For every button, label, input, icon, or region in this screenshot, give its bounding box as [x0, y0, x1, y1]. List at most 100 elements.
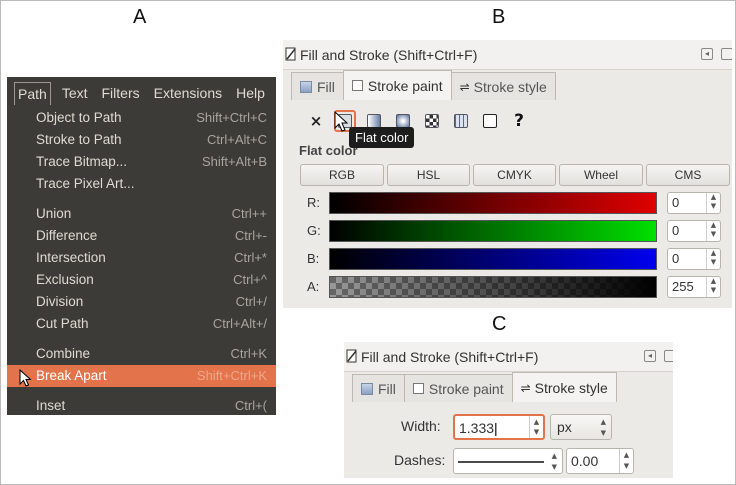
menu-item-union[interactable]: Union Ctrl++: [7, 203, 276, 225]
dialog-tabs: Fill Stroke paint ⇌ Stroke style: [352, 372, 617, 402]
path-menu-panel: Path Text Filters Extensions Help Object…: [7, 77, 276, 415]
channel-value-input[interactable]: 255 ▲ ▼: [667, 276, 721, 298]
menu-item-shortcut: Shift+Ctrl+K: [196, 368, 267, 383]
chevron-updown-icon: ▲ ▼: [600, 418, 606, 437]
tab-fill-label: Fill: [378, 380, 396, 397]
channel-label: G:: [307, 223, 321, 238]
menu-item-trace-bitmap[interactable]: Trace Bitmap... Shift+Alt+B: [7, 151, 276, 173]
menu-item-object-to-path[interactable]: Object to Path Shift+Ctrl+C: [7, 107, 276, 129]
menu-item-shortcut: Shift+Alt+B: [201, 154, 267, 169]
channel-value: 0: [672, 251, 680, 266]
menu-help[interactable]: Help: [233, 82, 268, 104]
channel-row: G: 0 ▲ ▼: [283, 218, 732, 244]
menu-item-shortcut: Ctrl+-: [234, 228, 267, 243]
channel-value-input[interactable]: 0 ▲ ▼: [667, 220, 721, 242]
spin-arrows-icon[interactable]: ▲ ▼: [706, 277, 720, 297]
tab-stroke-style[interactable]: ⇌ Stroke style: [511, 372, 617, 402]
spin-arrows-icon[interactable]: ▲ ▼: [619, 449, 633, 473]
menu-item-shortcut: Ctrl+/: [235, 294, 267, 309]
menu-item-label: Difference: [36, 228, 98, 243]
tab-stroke-paint[interactable]: Stroke paint: [342, 70, 452, 100]
menu-item-stroke-to-path[interactable]: Stroke to Path Ctrl+Alt+C: [7, 129, 276, 151]
menu-item-trace-pixel-art[interactable]: Trace Pixel Art...: [7, 173, 276, 195]
dialog-icon: [285, 47, 296, 61]
close-dialog-button[interactable]: [721, 48, 732, 60]
channel-value: 0: [672, 223, 680, 238]
mouse-cursor-icon: [19, 369, 32, 387]
menu-item-label: Trace Bitmap...: [36, 154, 128, 169]
menu-item-exclusion[interactable]: Exclusion Ctrl+^: [7, 269, 276, 291]
spin-arrows-icon[interactable]: ▲ ▼: [706, 193, 720, 213]
mode-button-cmyk[interactable]: CMYK: [473, 164, 556, 186]
stroke-paint-icon: [351, 80, 363, 91]
channel-label: R:: [307, 195, 320, 210]
dialog-titlebar: Fill and Stroke (Shift+Ctrl+F) ◂: [344, 342, 673, 372]
tab-stroke-style[interactable]: ⇌ Stroke style: [450, 72, 556, 100]
channel-value: 255: [672, 279, 694, 294]
mode-button-wheel[interactable]: Wheel: [559, 164, 643, 186]
mode-button-hsl[interactable]: HSL: [387, 164, 470, 186]
tab-stroke-paint[interactable]: Stroke paint: [403, 374, 513, 402]
channel-label: B:: [307, 251, 320, 266]
menu-item-combine[interactable]: Combine Ctrl+K: [7, 343, 276, 365]
none-icon[interactable]: ×: [305, 110, 327, 132]
channel-value-input[interactable]: 0 ▲ ▼: [667, 248, 721, 270]
menu-extensions[interactable]: Extensions: [151, 82, 225, 104]
menu-path[interactable]: Path: [14, 81, 51, 105]
channel-slider[interactable]: [329, 220, 657, 242]
menu-filters[interactable]: Filters: [99, 82, 143, 104]
spin-arrows-icon[interactable]: ▲ ▼: [529, 416, 543, 438]
menu-item-shortcut: Ctrl+Alt+/: [212, 316, 267, 331]
mode-button-rgb[interactable]: RGB: [300, 164, 384, 186]
channel-slider[interactable]: [329, 248, 657, 270]
section-title: Flat color: [299, 143, 358, 158]
iconify-button[interactable]: ◂: [701, 48, 713, 60]
dialog-icon: [346, 349, 357, 363]
tab-fill[interactable]: Fill: [291, 72, 344, 100]
channel-label: A:: [307, 279, 320, 294]
tab-fill[interactable]: Fill: [352, 374, 405, 402]
fill-stroke-dialog-style: Fill and Stroke (Shift+Ctrl+F) ◂ Fill St…: [344, 342, 673, 478]
menu-item-label: Exclusion: [36, 272, 94, 287]
channel-row: A: 255 ▲ ▼: [283, 274, 732, 300]
pattern-icon[interactable]: [421, 110, 443, 132]
spin-arrows-icon[interactable]: ▲ ▼: [706, 221, 720, 241]
mouse-cursor-icon: [334, 111, 349, 132]
unset-icon[interactable]: [479, 110, 501, 132]
stroke-style-icon: ⇌: [459, 79, 470, 94]
path-menu-dropdown: Object to Path Shift+Ctrl+C Stroke to Path…: [7, 107, 276, 415]
menu-text[interactable]: Text: [59, 82, 91, 104]
tab-stroke-paint-label: Stroke paint: [367, 77, 443, 94]
menu-item-cut-path[interactable]: Cut Path Ctrl+Alt+/: [7, 313, 276, 335]
channel-value-input[interactable]: 0 ▲ ▼: [667, 192, 721, 214]
iconify-button[interactable]: ◂: [644, 350, 656, 362]
menu-item-shortcut: Ctrl+Alt+C: [207, 132, 267, 147]
dialog-tabs: Fill Stroke paint ⇌ Stroke style: [291, 70, 556, 100]
dialog-title: Fill and Stroke (Shift+Ctrl+F): [361, 349, 539, 365]
dash-pattern-select[interactable]: ▲ ▼: [453, 448, 563, 474]
spin-arrows-icon[interactable]: ▲ ▼: [706, 249, 720, 269]
close-dialog-button[interactable]: [664, 350, 673, 362]
menu-item-shortcut: Shift+Ctrl+C: [196, 110, 267, 125]
dash-offset-value: 0.00: [571, 453, 599, 469]
menu-item-label: Division: [36, 294, 84, 309]
width-input[interactable]: 1.333| ▲ ▼: [453, 414, 545, 440]
swatch-icon[interactable]: [450, 110, 472, 132]
menu-item-break-apart[interactable]: Break Apart Shift+Ctrl+K: [7, 365, 276, 387]
stroke-paint-icon: [412, 383, 424, 394]
dash-offset-input[interactable]: 0.00 ▲ ▼: [566, 448, 634, 474]
menu-item-difference[interactable]: Difference Ctrl+-: [7, 225, 276, 247]
menu-item-division[interactable]: Division Ctrl+/: [7, 291, 276, 313]
channel-slider[interactable]: [329, 276, 657, 298]
mode-button-cms[interactable]: CMS: [646, 164, 730, 186]
menu-separator: [7, 387, 276, 395]
menu-item-intersection[interactable]: Intersection Ctrl+*: [7, 247, 276, 269]
menu-item-inset[interactable]: Inset Ctrl+(: [7, 395, 276, 415]
menu-item-label: Combine: [36, 346, 91, 361]
help-icon[interactable]: ?: [508, 110, 530, 132]
menu-item-label: Cut Path: [36, 316, 89, 331]
unit-select[interactable]: px ▲ ▼: [550, 414, 612, 440]
channel-slider[interactable]: [329, 192, 657, 214]
fill-stroke-dialog-paint: Fill and Stroke (Shift+Ctrl+F) ◂ Fill St…: [283, 40, 732, 308]
unit-value: px: [557, 419, 572, 435]
